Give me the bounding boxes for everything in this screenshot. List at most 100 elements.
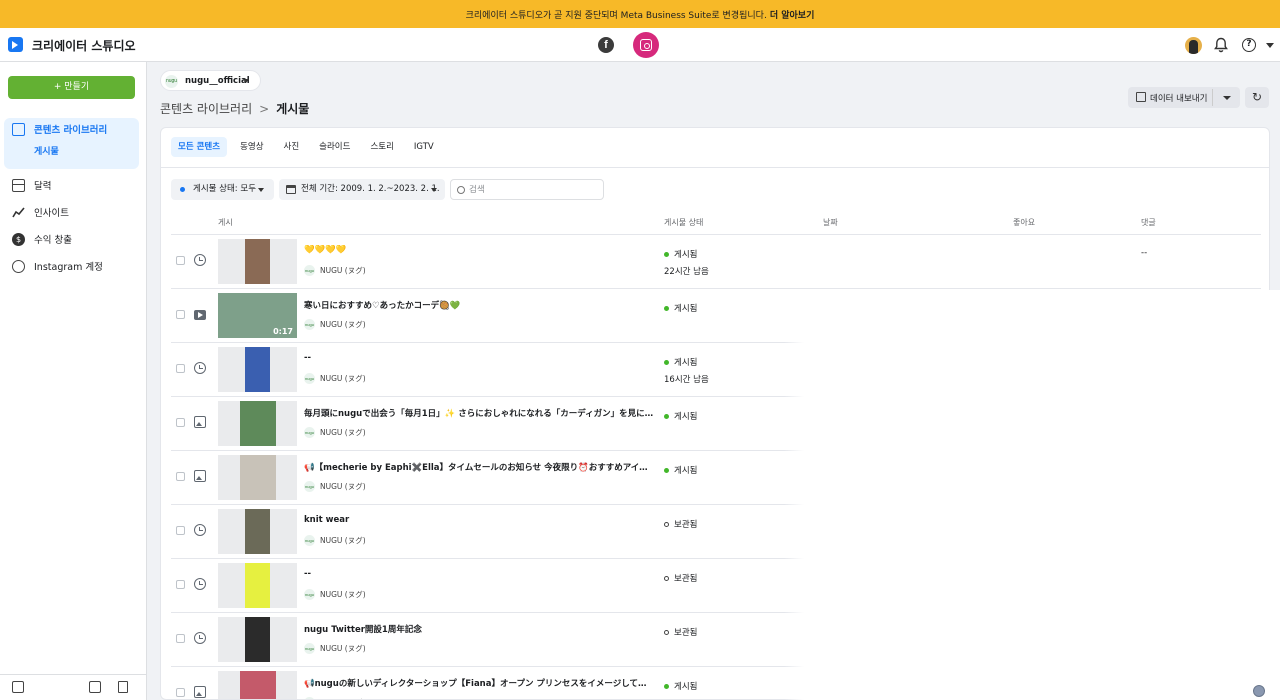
story-icon [194,254,206,266]
post-thumbnail[interactable] [218,617,297,662]
learn-more-link[interactable]: 더 알아보기 [770,8,815,21]
thumbnail-image [245,347,270,392]
comment-count: 1 [1141,680,1147,690]
status-dot [664,521,669,527]
table-row[interactable]: 📢【mecherie by Eaphi✖️Ella】タイムセールのお知らせ 今夜… [161,451,1269,505]
status-dot [664,251,669,257]
video-icon [194,310,206,320]
table-row[interactable]: 0:17 寒い日におすすめ♡あったかコーデ🥘💚 nugu NUGU (ヌグ) 게… [161,289,1269,343]
post-status-label: 게시됨 [674,250,698,260]
mobile-view-icon[interactable] [118,681,128,693]
post-thumbnail[interactable] [218,671,297,699]
tab-slides[interactable]: 슬라이드 [312,137,357,157]
row-checkbox[interactable] [176,526,185,535]
sidebar-item-content-library[interactable]: 콘텐츠 라이브러리 [12,121,107,137]
row-checkbox[interactable] [176,634,185,643]
sidebar-item-label: 콘텐츠 라이브러리 [34,125,108,136]
post-status-label: 게시됨 [674,358,698,368]
tab-videos[interactable]: 동영상 [233,137,270,157]
photo-icon [194,470,206,482]
post-thumbnail[interactable]: 0:17 [218,293,297,338]
photo-icon [194,686,206,698]
facebook-icon[interactable]: f [598,37,614,53]
post-thumbnail[interactable] [218,347,297,392]
account-menu-caret-icon[interactable] [1266,43,1274,48]
sidebar-item-instagram-account[interactable]: Instagram 계정 [12,258,103,274]
post-account-name: NUGU (ヌグ) [320,266,366,275]
table-row[interactable]: nugu Twitter開設1周年記念 nugu NUGU (ヌグ) 보관됨 -… [161,613,1269,667]
bell-icon[interactable] [1214,37,1228,53]
post-thumbnail[interactable] [218,563,297,608]
table-row[interactable]: knit wear nugu NUGU (ヌグ) 보관됨 -- [161,505,1269,559]
table-row[interactable]: 毎月頭にnuguで出会う「毎月1日」✨ さらにおしゃれになれる「カーディガン」を… [161,397,1269,451]
collapse-sidebar-icon[interactable] [12,681,24,693]
post-title[interactable]: -- [304,353,654,363]
status-dot [180,187,185,192]
column-header-post[interactable]: 게시 [218,217,233,228]
comment-count: -- [1141,626,1148,636]
divider [161,167,1269,168]
post-title[interactable]: 💛💛💛💛 [304,245,654,255]
tab-all-content[interactable]: 모든 콘텐츠 [171,137,228,157]
chevron-down-icon [243,79,249,83]
help-icon[interactable]: ? [1242,38,1256,52]
post-thumbnail[interactable] [218,455,297,500]
sidebar-subitem-posts[interactable]: 게시물 [34,144,59,157]
row-checkbox[interactable] [176,310,185,319]
divider [1212,89,1213,106]
post-title[interactable]: 毎月頭にnuguで出会う「毎月1日」✨ さらにおしゃれになれる「カーディガン」を… [304,407,654,419]
post-thumbnail[interactable] [218,239,297,284]
post-thumbnail[interactable] [218,401,297,446]
sidebar-item-label: Instagram 계정 [34,262,103,273]
breadcrumb-content-library[interactable]: 콘텐츠 라이브러리 [160,100,252,117]
post-status: 게시됨 [664,464,697,476]
tab-stories[interactable]: 스토리 [363,137,400,157]
post-account-name: NUGU (ヌグ) [320,482,366,491]
tab-igtv[interactable]: IGTV [407,137,441,157]
table-row[interactable]: -- nugu NUGU (ヌグ) 보관됨 -- [161,559,1269,613]
table-row[interactable]: 📢nuguの新しいディレクターショップ【Fiana】オープン プリンセスをイメー… [161,667,1269,699]
calendar-icon [286,185,296,194]
post-title[interactable]: nugu Twitter開設1周年記念 [304,623,654,635]
post-title[interactable]: 寒い日におすすめ♡あったかコーデ🥘💚 [304,299,654,311]
post-account-name: NUGU (ヌグ) [320,320,366,329]
chevron-down-icon[interactable] [1223,96,1231,100]
post-thumbnail[interactable] [218,509,297,554]
account-selector[interactable]: nugu nugu__official [160,70,261,91]
post-status: 게시됨 [664,410,697,422]
row-checkbox[interactable] [176,688,185,697]
post-title[interactable]: 📢nuguの新しいディレクターショップ【Fiana】オープン プリンセスをイメー… [304,677,654,689]
create-button[interactable]: + 만들기 [8,76,135,99]
row-checkbox[interactable] [176,256,185,265]
search-input[interactable]: 검색 [450,179,604,200]
post-status-filter[interactable]: 게시물 상태: 모두 [171,179,274,200]
sidebar-item-insights[interactable]: 인사이트 [12,204,69,220]
row-checkbox[interactable] [176,580,185,589]
column-header-comments[interactable]: 댓글 [1141,217,1156,228]
post-title[interactable]: knit wear [304,515,654,525]
row-checkbox[interactable] [176,418,185,427]
account-logo: nugu [165,75,178,88]
table-view-icon[interactable] [89,681,101,693]
post-title[interactable]: 📢【mecherie by Eaphi✖️Ella】タイムセールのお知らせ 今夜… [304,461,654,473]
column-header-likes[interactable]: 좋아요 [1013,217,1035,228]
thumbnail-image [245,509,270,554]
date-range-filter[interactable]: 전체 기간: 2009. 1. 2.~2023. 2. 1. [279,179,445,200]
post-title[interactable]: -- [304,569,654,579]
status-filter-label: 게시물 상태: 모두 [193,184,257,194]
instagram-icon[interactable] [633,32,659,58]
row-checkbox[interactable] [176,364,185,373]
table-row[interactable]: -- nugu NUGU (ヌグ) 게시됨 16시간 남음 -- [161,343,1269,397]
user-avatar[interactable] [1185,37,1202,54]
account-name: nugu__official [185,76,250,86]
tab-photos[interactable]: 사진 [277,137,307,157]
table-row[interactable]: 💛💛💛💛 nugu NUGU (ヌグ) 게시됨 22시간 남음 -- [161,235,1269,289]
sidebar-item-calendar[interactable]: 달력 [12,177,51,193]
refresh-button[interactable]: ↻ [1245,87,1269,108]
row-checkbox[interactable] [176,472,185,481]
globe-icon[interactable] [1253,685,1265,697]
sidebar-item-monetization[interactable]: $ 수익 창출 [12,231,72,247]
column-header-date[interactable]: 날짜 [823,217,838,228]
column-header-status[interactable]: 게시물 상태 [664,217,703,228]
export-data-button[interactable]: 데이터 내보내기 [1128,87,1240,108]
